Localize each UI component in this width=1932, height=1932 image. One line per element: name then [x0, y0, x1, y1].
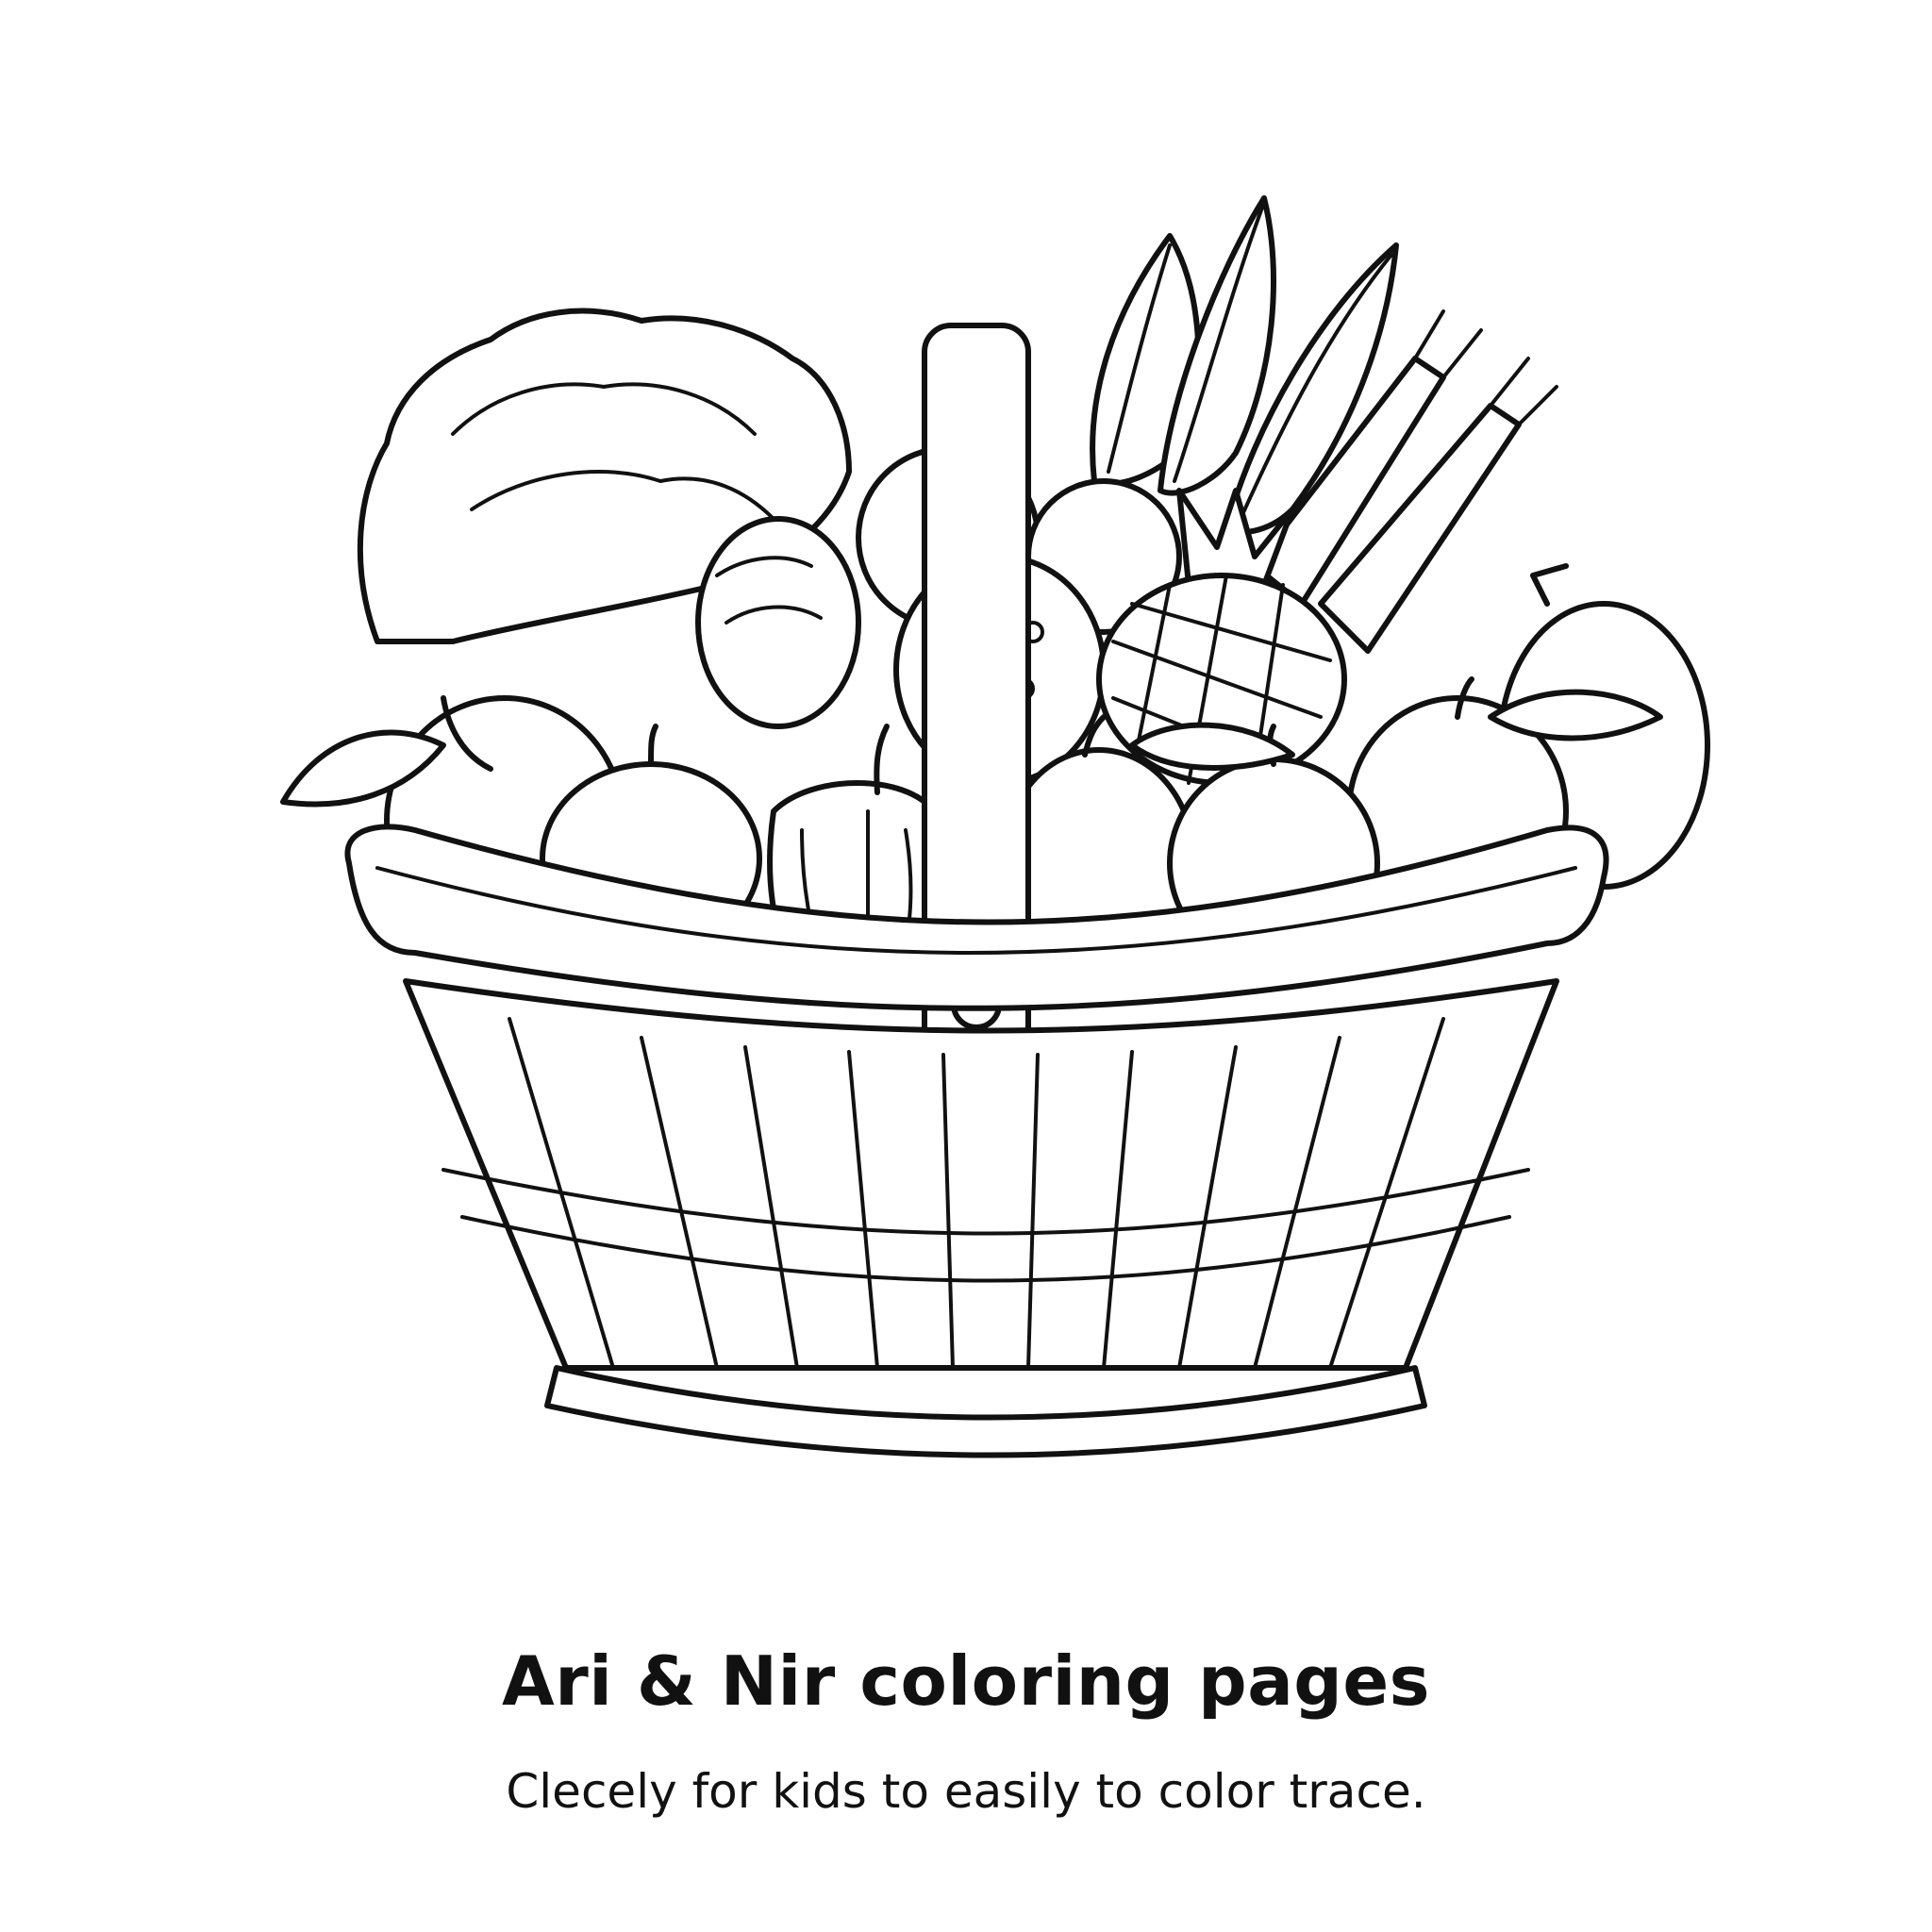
basket-body [403, 978, 1559, 1458]
coloring-illustration [0, 0, 1932, 1557]
fruit-vegetable-basket-icon [280, 195, 1710, 1458]
page-title: Ari & Nir coloring pages [501, 1641, 1431, 1721]
page-subtitle: Clecely for kids to easily to color trac… [506, 1764, 1426, 1819]
